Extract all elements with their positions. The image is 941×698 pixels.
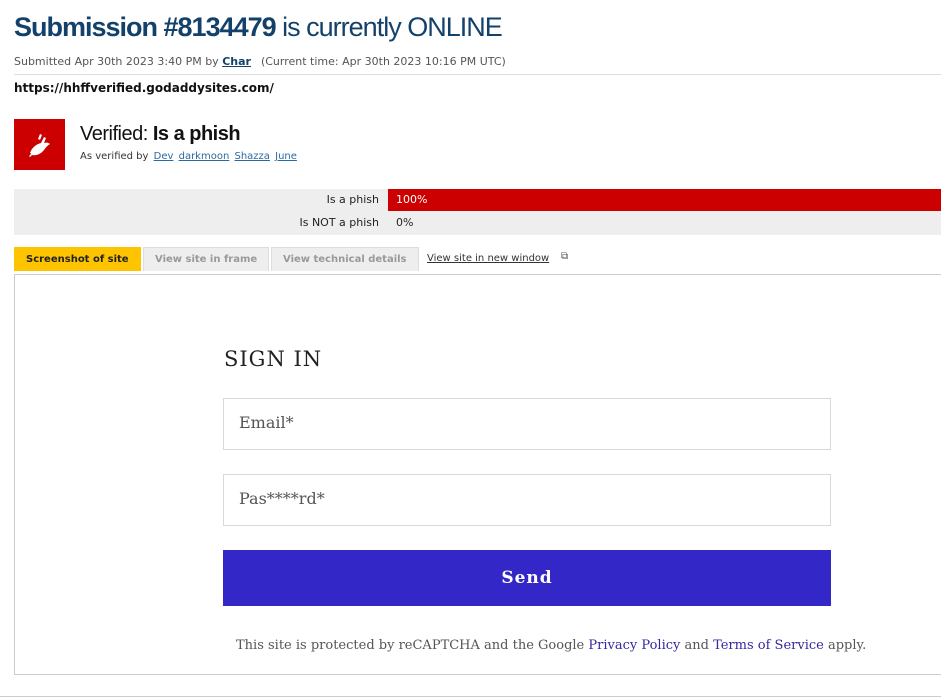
current-time: (Current time: Apr 30th 2023 10:16 PM UT… (260, 55, 506, 68)
new-window-link[interactable]: View site in new window (427, 253, 549, 264)
tab-frame[interactable]: View site in frame (143, 247, 270, 271)
verified-by-label: As verified by (80, 151, 149, 162)
legal-text: apply. (823, 638, 867, 653)
legal-text: and (680, 638, 714, 653)
vote-row-not-phish: Is NOT a phish 0% (14, 212, 941, 234)
verifier-link[interactable]: Dev (154, 151, 174, 162)
password-field: Pas****rd* (223, 474, 831, 526)
tab-technical[interactable]: View technical details (271, 247, 419, 271)
vote-percent: 0% (396, 216, 414, 229)
phish-url: https://hhffverified.godaddysites.com/ (14, 81, 274, 95)
page-title: Submission #8134479 is currently ONLINE (14, 12, 503, 43)
vote-bar (388, 189, 941, 211)
vote-results: Is a phish 100% Is NOT a phish 0% (14, 189, 941, 235)
verifier-link[interactable]: darkmoon (179, 151, 230, 162)
legal-text: This site is protected by reCAPTCHA and … (236, 638, 589, 653)
verdict-heading: Verified: Is a phish (80, 123, 241, 146)
external-link-icon: ⧉ (561, 251, 569, 262)
email-field: Email* (223, 398, 831, 450)
divider (0, 696, 941, 697)
verifier-link[interactable]: Shazza (234, 151, 269, 162)
verifiers-line: As verified by Dev darkmoon Shazza June (80, 151, 297, 162)
fish-hook-icon (28, 133, 50, 157)
submitted-text: Submitted Apr 30th 2023 3:40 PM by (14, 55, 223, 68)
phish-badge (14, 119, 65, 170)
tab-screenshot[interactable]: Screenshot of site (14, 247, 141, 271)
vote-row-phish: Is a phish 100% (14, 189, 941, 211)
verdict-result: Is a phish (152, 123, 241, 145)
submitter-link[interactable]: Char (222, 55, 251, 68)
verdict-prefix: Verified: (80, 123, 153, 145)
recaptcha-notice: This site is protected by reCAPTCHA and … (236, 638, 866, 653)
site-screenshot: SIGN IN Email* Pas****rd* Send This site… (14, 274, 941, 675)
vote-percent: 100% (396, 193, 428, 206)
verifier-link[interactable]: June (275, 151, 297, 162)
terms-link: Terms of Service (713, 638, 824, 653)
submission-meta: Submitted Apr 30th 2023 3:40 PM by Char (… (14, 55, 506, 68)
vote-label: Is a phish (326, 193, 379, 206)
submission-number: Submission #8134479 (14, 12, 277, 42)
vote-label: Is NOT a phish (299, 216, 379, 229)
submission-status: is currently ONLINE (275, 12, 503, 42)
signin-heading: SIGN IN (224, 347, 323, 371)
send-button: Send (223, 550, 831, 606)
divider (14, 74, 941, 75)
privacy-link: Privacy Policy (588, 638, 681, 653)
